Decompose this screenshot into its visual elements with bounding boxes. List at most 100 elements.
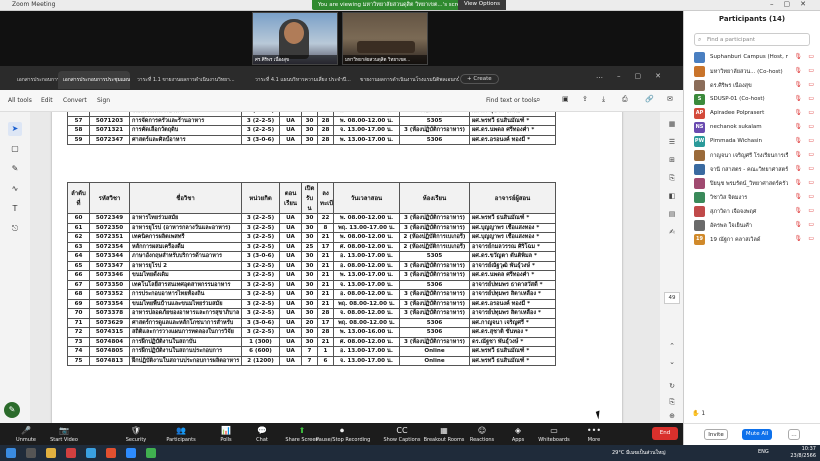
print-icon[interactable]: ⎙ <box>622 95 628 104</box>
browser-tab[interactable]: เอกสารประกอบการ... <box>12 71 60 89</box>
convert-menu[interactable]: Convert <box>63 97 87 104</box>
muted-mic-icon[interactable]: 🎙 <box>794 81 802 88</box>
participant-row[interactable]: NS nechanok sukalam 🎙 ▭ <box>684 121 820 135</box>
comment-tool-icon[interactable]: ▢ <box>8 142 22 156</box>
all-tools-menu[interactable]: All tools <box>8 97 32 104</box>
more-options-button[interactable]: … <box>788 429 800 440</box>
end-meeting-button[interactable]: End <box>652 427 678 440</box>
video-off-icon[interactable]: ▭ <box>808 151 814 158</box>
video-thumbnail[interactable]: ศร.ศิริพร เนื่องสุข <box>252 12 338 65</box>
video-thumbnail[interactable]: มหาวิทยาลัยสวนดุสิต วิทยาเขต... <box>342 12 428 65</box>
invite-button[interactable]: Invite <box>704 429 728 440</box>
tags-icon[interactable]: ▤ <box>666 210 678 218</box>
weather-widget[interactable]: 29°C มีเมฆเป็นส่วนใหญ่ <box>612 449 666 457</box>
participant-row[interactable]: สุภาวิดา เจือจงพฤศ 🎙 ▭ <box>684 205 820 219</box>
acrobat-icon[interactable] <box>66 448 76 458</box>
muted-mic-icon[interactable]: 🎙 <box>794 109 802 116</box>
muted-mic-icon[interactable]: 🎙 <box>794 193 802 200</box>
upload-icon[interactable]: ⇪ <box>582 95 588 103</box>
refresh-icon[interactable]: ↻ <box>666 382 678 390</box>
create-tab-button[interactable]: + Create <box>460 74 499 84</box>
video-off-icon[interactable]: ▭ <box>808 193 814 200</box>
sign-menu[interactable]: Sign <box>97 97 110 104</box>
participant-row[interactable]: วิชาวิส จิตมงาร 🎙 ▭ <box>684 191 820 205</box>
participant-row[interactable]: จานี่ กสาสตร - คณะวิทยาศาสตร์... 🎙 ▭ <box>684 163 820 177</box>
save-page-icon[interactable]: ⎘ <box>666 398 678 407</box>
muted-mic-icon[interactable]: 🎙 <box>794 53 802 60</box>
layers-icon[interactable]: ◧ <box>666 192 678 200</box>
windows-start-icon[interactable] <box>6 448 16 458</box>
participant-row[interactable]: ปิยนุช พรมรัตน์_วิทยาศาสตร์ครัวฯ... 🎙 ▭ <box>684 177 820 191</box>
page-number-indicator[interactable]: 49 <box>664 292 680 304</box>
line-icon[interactable] <box>146 448 156 458</box>
draw-tool-icon[interactable]: ∿ <box>8 182 22 196</box>
video-off-icon[interactable]: ▭ <box>808 95 814 102</box>
video-off-icon[interactable]: ▭ <box>808 235 814 242</box>
edge-icon[interactable] <box>86 448 96 458</box>
video-off-icon[interactable]: ▭ <box>808 207 814 214</box>
app-icon[interactable] <box>106 448 116 458</box>
bookmark-icon[interactable]: ⊞ <box>666 156 678 164</box>
zoom-in-icon[interactable]: ⊕ <box>666 412 678 420</box>
thumbnail-icon[interactable]: ▦ <box>666 120 678 128</box>
muted-mic-icon[interactable]: 🎙 <box>794 137 802 144</box>
browser-tab-active[interactable]: เอกสารประกอบการประชุมแผน... <box>58 71 130 89</box>
participant-row[interactable]: อัครพล ใจเย็นเศ้า 🎙 ▭ <box>684 219 820 233</box>
window-controls[interactable]: –▢✕ <box>770 0 816 8</box>
video-off-icon[interactable]: ▭ <box>808 67 814 74</box>
pdf-viewer[interactable]: 565071102สถิติศาสตร์การอาหาร3 (3-0-6)UA3… <box>30 112 660 423</box>
pen-tool-icon[interactable]: ✎ <box>8 162 22 176</box>
find-text-tools[interactable]: Find text or tools <box>486 97 536 104</box>
file-explorer-icon[interactable] <box>46 448 56 458</box>
muted-mic-icon[interactable]: 🎙 <box>794 235 802 242</box>
video-off-icon[interactable]: ▭ <box>808 109 814 116</box>
download-icon[interactable]: ⤓ <box>602 95 605 104</box>
link-icon[interactable]: 🔗 <box>645 95 654 103</box>
participant-row[interactable]: ดร.ศิริพร เนื่องสุข 🎙 ▭ <box>684 79 820 93</box>
video-off-icon[interactable]: ▭ <box>808 123 814 130</box>
participant-row[interactable]: มหาวิทยาลัยสวน... (Co-host) 🎙 ▭ <box>684 65 820 79</box>
video-off-icon[interactable]: ▭ <box>808 165 814 172</box>
stamp-tool-icon[interactable]: ⎋ <box>8 222 22 236</box>
pause-stop-recording-button[interactable]: ⏺ Pause/Stop Recording <box>316 423 370 443</box>
comments-icon[interactable]: ☰ <box>666 138 678 146</box>
video-off-icon[interactable]: ▭ <box>808 221 814 228</box>
muted-mic-icon[interactable]: 🎙 <box>794 95 802 102</box>
mute-all-button[interactable]: Mute All <box>742 429 772 440</box>
browser-tab[interactable]: วาระที่ 4.1 แผนบริหารความเสี่ยง ประจำปี.… <box>250 71 352 89</box>
video-off-icon[interactable]: ▭ <box>808 137 814 144</box>
muted-mic-icon[interactable]: 🎙 <box>794 207 802 214</box>
language-indicator[interactable]: ENG <box>758 449 769 455</box>
annotation-pen-icon[interactable]: ✎ <box>4 402 20 418</box>
cursor-tool-icon[interactable]: ➤ <box>8 122 22 136</box>
search-taskbar-icon[interactable] <box>26 448 36 458</box>
video-off-icon[interactable]: ▭ <box>808 179 814 186</box>
edit-menu[interactable]: Edit <box>41 97 53 104</box>
participant-search-input[interactable]: ⌕ Find a participant <box>694 33 810 46</box>
scroll-down-icon[interactable]: ⌄ <box>666 358 678 366</box>
browser-tab[interactable]: วาระที่ 1.1 ขายงานผลการดำเนินงานวิทยา... <box>132 71 244 89</box>
search-icon[interactable]: ⌕ <box>536 95 540 105</box>
participant-row[interactable]: AP Apiradee Polprasert 🎙 ▭ <box>684 107 820 121</box>
scroll-up-icon[interactable]: ⌃ <box>666 342 678 350</box>
start-video-button[interactable]: 📷 Start Video <box>38 423 90 443</box>
system-tray[interactable]: 10:37 23/8/2566 <box>790 446 816 459</box>
participant-row[interactable]: Suphanburi Campus (Host, me) 🎙 ▭ <box>684 51 820 65</box>
muted-mic-icon[interactable]: 🎙 <box>794 67 802 74</box>
more-button[interactable]: ••• More <box>568 423 620 443</box>
participant-row[interactable]: PW Pimmada Wichasin 🎙 ▭ <box>684 135 820 149</box>
text-tool-icon[interactable]: T <box>8 202 22 216</box>
muted-mic-icon[interactable]: 🎙 <box>794 165 802 172</box>
muted-mic-icon[interactable]: 🎙 <box>794 151 802 158</box>
participant-row[interactable]: กาญจนา เจริญศรี โรงเรียนการเรือน 🎙 ▭ <box>684 149 820 163</box>
zoom-app-icon[interactable] <box>126 448 136 458</box>
participant-row[interactable]: 19 19 ณัฐกา คลาสเวิลด์ 🎙 ▭ <box>684 233 820 247</box>
video-off-icon[interactable]: ▭ <box>808 81 814 88</box>
muted-mic-icon[interactable]: 🎙 <box>794 179 802 186</box>
muted-mic-icon[interactable]: 🎙 <box>794 221 802 228</box>
browser-tab[interactable]: ขายงานผลการดำเนินงานโรงแรมนิติพลเอนกนั้ว… <box>355 71 459 89</box>
video-off-icon[interactable]: ▭ <box>808 53 814 60</box>
signature-icon[interactable]: ✍ <box>666 228 678 236</box>
view-options-button[interactable]: View Options <box>458 0 507 10</box>
mail-icon[interactable]: ✉ <box>667 95 673 103</box>
